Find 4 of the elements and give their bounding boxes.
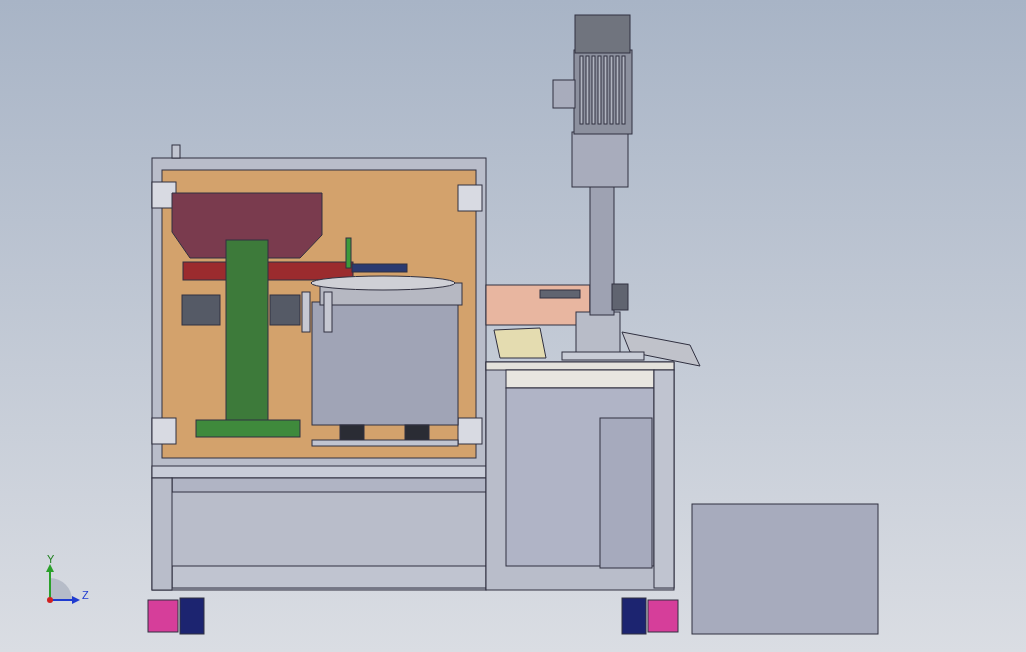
axis-label: Z xyxy=(82,589,89,601)
origin-icon xyxy=(47,597,53,603)
axis-label: Y xyxy=(47,553,55,565)
triad-shadow xyxy=(50,578,72,600)
